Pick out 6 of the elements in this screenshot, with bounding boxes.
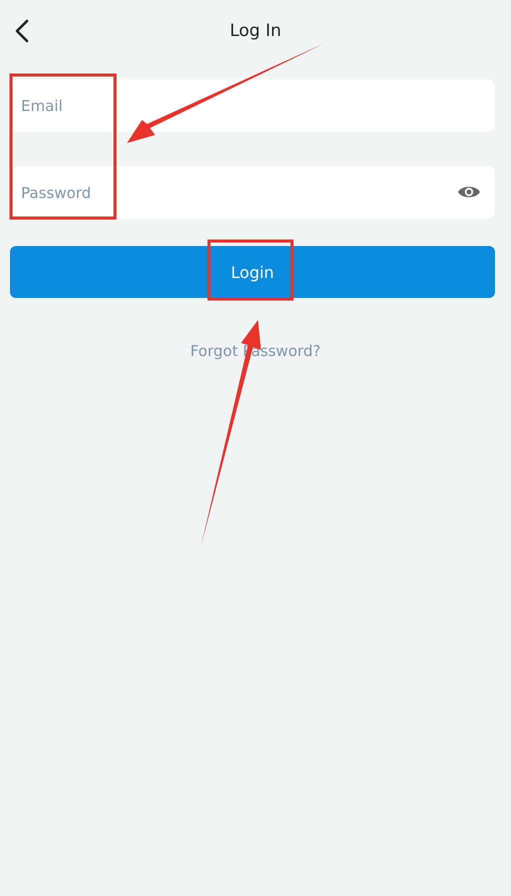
login-button[interactable]: Login [10, 246, 495, 298]
eye-icon[interactable] [457, 184, 481, 200]
password-field[interactable]: Password [10, 166, 495, 219]
page-title: Log In [230, 21, 282, 41]
email-field[interactable]: Email [10, 79, 495, 132]
chevron-left-icon [15, 19, 29, 43]
